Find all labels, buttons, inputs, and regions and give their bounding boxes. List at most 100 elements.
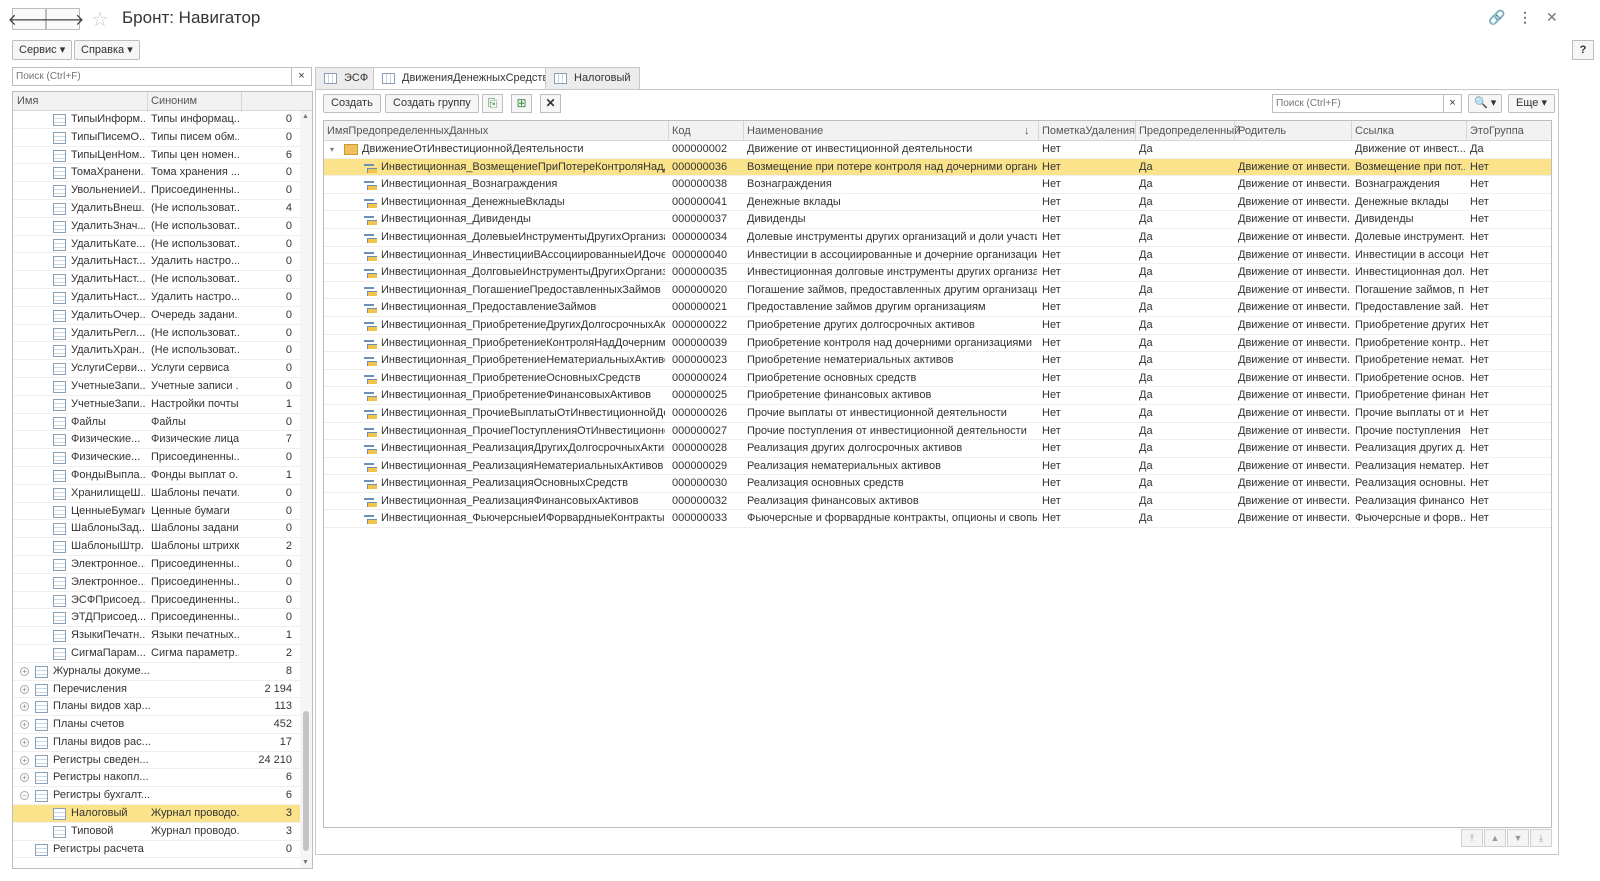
grid-row[interactable]: Инвестиционная_РеализацияФинансовыхАктив… (324, 493, 1551, 511)
tree-row[interactable]: ЯзыкиПечатн... Языки печатных... 1 (13, 627, 312, 645)
grid-row[interactable]: Инвестиционная_ПогашениеПредоставленныхЗ… (324, 282, 1551, 300)
grid-row[interactable]: Инвестиционная_ПриобретениеДругихДолгоср… (324, 317, 1551, 335)
create-button[interactable]: Создать (323, 94, 381, 113)
tree-row[interactable]: + Планы видов рас... 17 (13, 734, 312, 752)
grid-column-header[interactable]: ПометкаУдаления (1042, 125, 1135, 137)
grid-row[interactable]: Инвестиционная_ДолговыеИнструментыДругих… (324, 264, 1551, 282)
tree-row[interactable]: Налоговый Журнал проводо... 3 (13, 805, 312, 823)
grid-column-header[interactable]: Ссылка (1355, 125, 1394, 137)
delete-icon[interactable]: ✕ (540, 94, 561, 113)
service-menu-button[interactable]: Сервис ▾ (12, 40, 73, 60)
column-header-synonym[interactable]: Синоним (151, 95, 197, 107)
tree-row[interactable]: УдалитьЗнач... (Не использоват... 0 (13, 218, 312, 236)
next-page-icon[interactable]: ▼ (1507, 829, 1529, 847)
grid-row[interactable]: Инвестиционная_ПрочиеПоступленияОтИнвест… (324, 423, 1551, 441)
tree-row[interactable]: ТипыПисемО... Типы писем обм... 0 (13, 129, 312, 147)
grid-column-header[interactable]: ИмяПредопределенныхДанных (327, 125, 488, 137)
grid-column-header[interactable]: ЭтоГруппа (1470, 125, 1524, 137)
first-page-icon[interactable]: ⤒ (1461, 829, 1483, 847)
tree-row[interactable]: УдалитьНаст... Удалить настро... 0 (13, 253, 312, 272)
column-header-name[interactable]: Имя (17, 95, 38, 107)
tree-row[interactable]: УчетныеЗапи... Настройки почты 1 (13, 396, 312, 414)
grid-row[interactable]: Инвестиционная_РеализацияНематериальныхА… (324, 458, 1551, 476)
tree-row[interactable]: УдалитьНаст... Удалить настро... 0 (13, 289, 312, 307)
tree-row[interactable]: Электронное... Присоединенны... 0 (13, 556, 312, 574)
tree-row[interactable]: ТипыЦенНом... Типы цен номен... 6 (13, 147, 312, 165)
scroll-down-icon[interactable]: ▼ (302, 859, 309, 866)
grid-search-input[interactable] (1273, 95, 1441, 112)
star-icon[interactable]: ☆ (91, 7, 109, 32)
tree-row[interactable]: Электронное... Присоединенны... 0 (13, 574, 312, 592)
grid-row[interactable]: Инвестиционная_ДенежныеВклады 000000041 Де… (324, 194, 1551, 212)
search-options-button[interactable]: 🔍 ▾ (1468, 94, 1503, 113)
tree-row[interactable]: УчетныеЗапи... Учетные записи ... 0 (13, 378, 312, 396)
tree-row[interactable]: + Журналы докуме... 8 (13, 663, 312, 681)
tree-row[interactable]: ЦенныеБумаги Ценные бумаги 0 (13, 503, 312, 521)
grid-row[interactable]: Инвестиционная_РеализацияОсновныхСредств… (324, 475, 1551, 493)
tree-row[interactable]: + Планы видов хар... 113 (13, 698, 312, 717)
tree-row[interactable]: − Регистры бухгалт... 6 (13, 787, 312, 806)
grid-row[interactable]: Инвестиционная_РеализацияДругихДолгосроч… (324, 440, 1551, 458)
tree-row[interactable]: + Регистры сведен... 24 210 (13, 752, 312, 770)
tab-cash-flows[interactable]: ДвиженияДенежныхСредств (373, 67, 558, 90)
tree-row[interactable]: СигмаПарам... Сигма параметр... 2 (13, 645, 312, 663)
tree-row[interactable]: УдалитьКате... (Не использоват... 0 (13, 236, 312, 254)
tree-row[interactable]: ЭТДПрисоед... Присоединенны... 0 (13, 609, 312, 628)
grid-column-header[interactable]: Предопределенный (1139, 125, 1240, 137)
help-button[interactable]: ? (1572, 40, 1594, 60)
grid-row[interactable]: ▾ ДвижениеОтИнвестиционнойДеятельности 000… (324, 141, 1551, 159)
grid-row[interactable]: Инвестиционная_Вознаграждения 000000038 Во… (324, 176, 1551, 194)
grid-row[interactable]: Инвестиционная_ПриобретениеКонтроляНадДо… (324, 335, 1551, 353)
grid-row[interactable]: Инвестиционная_ПрочиеВыплатыОтИнвестицио… (324, 405, 1551, 423)
tree-row[interactable]: УдалитьОчер... Очередь задани... 0 (13, 307, 312, 325)
tree-row[interactable]: + Планы счетов 452 (13, 716, 312, 734)
scrollbar-thumb[interactable] (303, 711, 309, 851)
copy-icon[interactable]: ⎘ (482, 94, 503, 113)
tree-row[interactable]: УдалитьРегл... (Не использоват... 0 (13, 325, 312, 343)
forward-button[interactable]: 🡒 (42, 8, 84, 30)
create-group-button[interactable]: Создать группу (385, 94, 479, 113)
tree-row[interactable]: ФондыВыпла... Фонды выплат о... 1 (13, 467, 312, 485)
tree-row[interactable]: Регистры расчета 0 (13, 841, 312, 859)
tree-row[interactable]: УдалитьНаст... (Не использоват... 0 (13, 271, 312, 289)
tree-row[interactable]: Физические... Присоединенны... 0 (13, 449, 312, 467)
tree-row[interactable]: Физические... Физические лица 7 (13, 431, 312, 450)
grid-row[interactable]: Инвестиционная_ПриобретениеФинансовыхАкт… (324, 387, 1551, 405)
prev-page-icon[interactable]: ▲ (1484, 829, 1506, 847)
close-icon[interactable]: ✕ (1546, 9, 1558, 26)
grid-row[interactable]: Инвестиционная_ДолевыеИнструментыДругихО… (324, 229, 1551, 247)
grid-row[interactable]: Инвестиционная_Дивиденды 000000037 Дивиден… (324, 211, 1551, 229)
tree-row[interactable]: УслугиСерви... Услуги сервиса 0 (13, 360, 312, 378)
tree-row[interactable]: ТипыИнформ... Типы информац... 0 (13, 111, 312, 129)
more-button[interactable]: Еще ▾ (1508, 94, 1555, 113)
grid-search-clear-button[interactable]: × (1443, 95, 1461, 112)
grid-column-header[interactable]: Наименование (747, 125, 823, 137)
last-page-icon[interactable]: ⤓ (1530, 829, 1552, 847)
collapse-triangle-icon[interactable]: ▾ (330, 141, 334, 159)
grid-row[interactable]: Инвестиционная_ПриобретениеНематериальны… (324, 352, 1551, 370)
tree-row[interactable]: ШаблоныЗад... Шаблоны задани... 0 (13, 520, 312, 539)
grid-row[interactable]: Инвестиционная_ИнвестицииВАссоциированны… (324, 247, 1551, 265)
grid-row[interactable]: Инвестиционная_ВозмещениеПриПотереКонтро… (324, 158, 1551, 177)
expand-icon[interactable]: + (20, 773, 29, 783)
tree-row[interactable]: Типовой Журнал проводо... 3 (13, 823, 312, 841)
tab-esf[interactable]: ЭСФ (315, 67, 378, 89)
tree-row[interactable]: + Регистры накопл... 6 (13, 769, 312, 788)
grid-column-header[interactable]: Родитель (1238, 125, 1286, 137)
tree-row[interactable]: ШаблоныШтр... Шаблоны штрихк... 2 (13, 538, 312, 556)
scroll-up-icon[interactable]: ▲ (302, 113, 309, 120)
tree-row[interactable]: ЭСФПрисоед... Присоединенны... 0 (13, 592, 312, 610)
expand-icon[interactable]: + (20, 737, 29, 747)
collapse-icon[interactable]: − (20, 791, 29, 801)
grid-column-header[interactable]: Код (672, 125, 691, 137)
expand-icon[interactable]: + (20, 702, 29, 712)
expand-icon[interactable]: + (20, 684, 29, 694)
grid-row[interactable]: Инвестиционная_ПредоставлениеЗаймов 00000… (324, 299, 1551, 317)
tab-tax[interactable]: Налоговый (545, 67, 640, 89)
left-search-input[interactable] (13, 68, 283, 85)
more-vert-icon[interactable]: ⋮ (1518, 9, 1532, 26)
tree-row[interactable]: Файлы Файлы 0 (13, 414, 312, 432)
grid-row[interactable]: Инвестиционная_ПриобретениеОсновныхСредс… (324, 370, 1551, 388)
help-menu-button[interactable]: Справка ▾ (74, 40, 140, 60)
link-icon[interactable]: 🔗 (1488, 9, 1505, 26)
